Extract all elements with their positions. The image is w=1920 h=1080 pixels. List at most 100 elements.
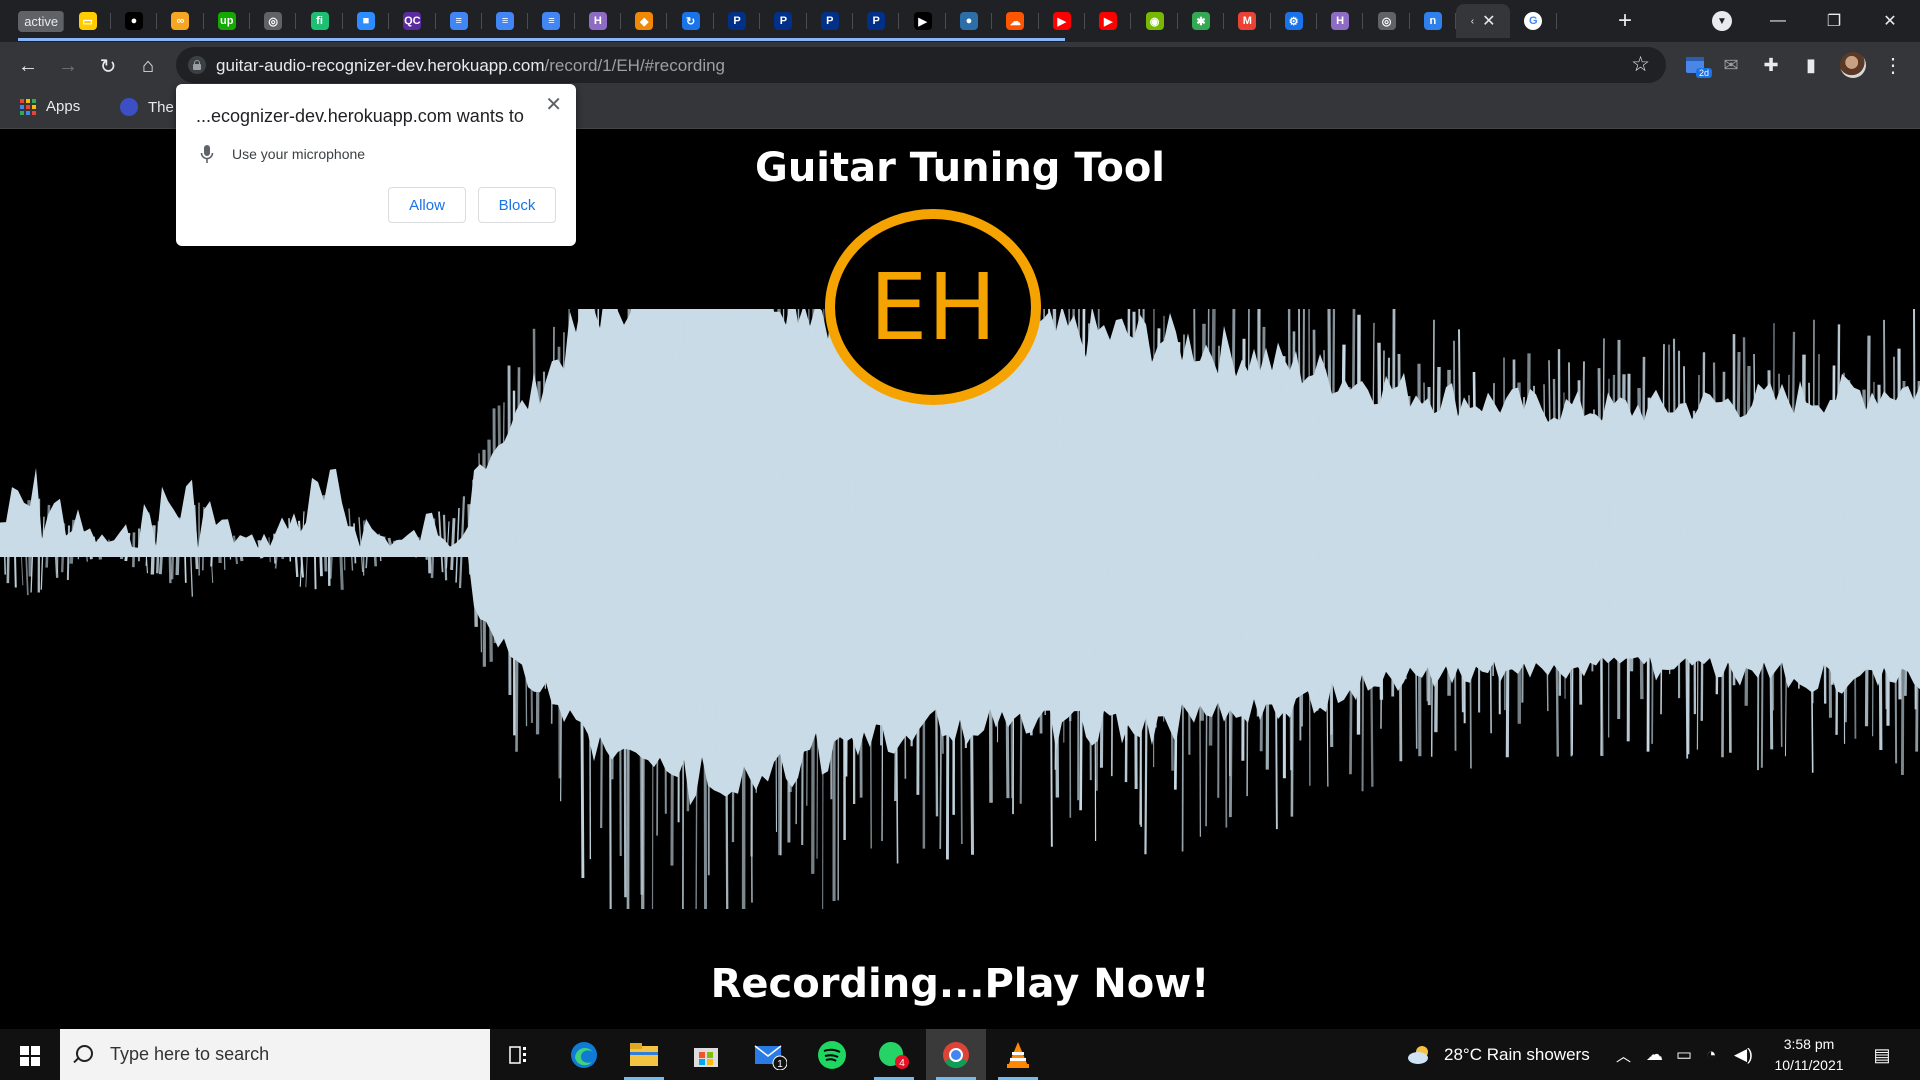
wave-spike [1492,383,1495,677]
tab-paypal[interactable]: P [853,4,900,38]
tab-planet[interactable]: ● [946,4,993,38]
weather-text[interactable]: 28°C Rain showers [1444,1045,1590,1065]
calendar-extension-icon[interactable]: 2d [1682,52,1713,78]
chrome-icon[interactable] [926,1029,986,1080]
weather-icon[interactable] [1400,1029,1440,1080]
planet-icon: ● [960,12,978,30]
profile-avatar[interactable] [1840,52,1866,78]
tab-mtn[interactable]: ▭ [64,4,112,38]
start-windows-icon[interactable] [20,1046,40,1066]
tab-paypal[interactable]: P [807,4,854,38]
extensions-puzzle-icon[interactable]: ✚ [1758,52,1784,78]
tab-paypal[interactable]: P [714,4,761,38]
globe-icon: ◎ [264,12,283,30]
mail-extension-icon[interactable]: ✉ [1718,52,1744,78]
wave-spike [670,309,676,866]
tab-notion[interactable]: n [1410,4,1457,38]
tab-close-icon[interactable]: ✕ [1482,11,1495,31]
tab-hackmd[interactable]: H [575,4,622,38]
tab-google[interactable]: G [1510,4,1557,38]
file-explorer-icon[interactable] [614,1029,674,1080]
whatsapp-badge: 4 [899,1058,905,1069]
tab-docs[interactable]: ≡ [482,4,529,38]
wave-spike [1692,410,1697,715]
onedrive-cloud-icon[interactable]: ☁ [1646,1045,1663,1065]
wifi-icon[interactable]: ◔ [1706,1045,1716,1065]
wave-spike [716,309,720,779]
tab-settings[interactable]: ⚙ [1271,4,1318,38]
home-button[interactable]: ⌂ [132,50,164,82]
show-hidden-icons-icon[interactable]: ︿ [1616,1045,1631,1066]
tab-soundcloud[interactable]: ☁ [992,4,1039,38]
forward-button[interactable]: → [52,50,84,82]
notifications-icon[interactable]: ▤ [1866,1039,1898,1071]
tab-pinwheel[interactable]: ✱ [1178,4,1225,38]
wave-spike [112,541,118,557]
tab-upwork[interactable]: up [204,4,251,38]
restore-button[interactable]: ❐ [1806,6,1862,36]
tab-youtube[interactable]: ▶ [1039,4,1086,38]
tab-refresh[interactable]: ↻ [667,4,715,38]
back-button[interactable]: ← [12,50,44,82]
tab-diagram[interactable]: ◆ [621,4,668,38]
wave-spike [1900,380,1906,776]
allow-button[interactable]: Allow [388,187,466,223]
tab-play-store[interactable]: ▶ [899,4,947,38]
vlc-icon[interactable] [988,1029,1048,1080]
whatsapp-icon[interactable]: 4 [864,1029,924,1080]
microsoft-store-icon[interactable] [676,1029,736,1080]
url-text[interactable]: guitar-audio-recognizer-dev.herokuapp.co… [216,56,725,76]
wave-spike [507,365,512,696]
new-tab-button[interactable]: + [1612,7,1638,34]
tab-globe[interactable]: ◎ [250,4,297,38]
wave-spike [427,530,432,574]
side-panel-icon[interactable]: ▮ [1798,52,1824,78]
tab-paypal[interactable]: P [760,4,808,38]
taskbar-clock[interactable]: 3:58 pm 10/11/2021 [1754,1034,1864,1076]
address-bar[interactable]: guitar-audio-recognizer-dev.herokuapp.co… [176,47,1666,83]
bookmark-star-icon[interactable]: ☆ [1631,52,1650,77]
minimize-button[interactable]: — [1750,6,1806,36]
wave-spike [467,504,473,575]
notion-icon: n [1423,12,1442,30]
taskbar-search-box[interactable]: Type here to search [60,1029,490,1080]
wave-spike [702,309,708,909]
tab-youtube[interactable]: ▶ [1085,4,1132,38]
tab-docs[interactable]: ≡ [528,4,576,38]
tab-zoom[interactable]: ■ [343,4,390,38]
spotify-icon[interactable] [802,1029,862,1080]
tab-gmail[interactable]: M [1224,4,1271,38]
bookmark-apps[interactable]: Apps [20,98,80,115]
battery-icon[interactable]: ▭ [1676,1045,1692,1065]
tab-qc[interactable]: QC [389,4,436,38]
task-view-icon[interactable] [490,1029,550,1080]
tab-nvidia[interactable]: ◉ [1131,4,1179,38]
tab-medium[interactable]: ● [111,4,158,38]
edge-browser-icon[interactable] [554,1029,614,1080]
wave-spike [1687,416,1691,755]
tab-search-button[interactable]: ▼ [1712,11,1732,31]
tab-globe[interactable]: ◎ [1363,4,1411,38]
volume-icon[interactable]: ◀) [1734,1045,1753,1065]
wave-spike [1626,373,1631,742]
mail-app-icon[interactable]: 1 [740,1029,800,1080]
dialog-close-icon[interactable]: ✕ [545,92,562,117]
reload-button[interactable]: ↻ [92,50,124,82]
tab-docs[interactable]: ≡ [436,4,483,38]
microphone-icon [200,145,214,163]
tab-hackmd[interactable]: H [1317,4,1364,38]
tab-coursera[interactable]: ∞ [157,4,204,38]
site-info-lock-icon[interactable] [188,56,206,74]
browser-menu-icon[interactable]: ⋮ [1880,50,1906,80]
tab-active-label[interactable]: active [18,4,65,38]
url-path: /record/1/EH/#recording [544,56,726,75]
mail-badge: 1 [777,1059,783,1070]
wave-spike [1830,365,1836,685]
tab-current[interactable]: ‹ ✕ [1456,4,1511,38]
medium-icon: ● [124,12,143,30]
logo-text: EH [869,254,996,361]
tab-fiverr[interactable]: fi [296,4,344,38]
wave-spike [322,495,328,572]
close-window-button[interactable]: ✕ [1862,6,1918,36]
block-button[interactable]: Block [478,187,556,223]
